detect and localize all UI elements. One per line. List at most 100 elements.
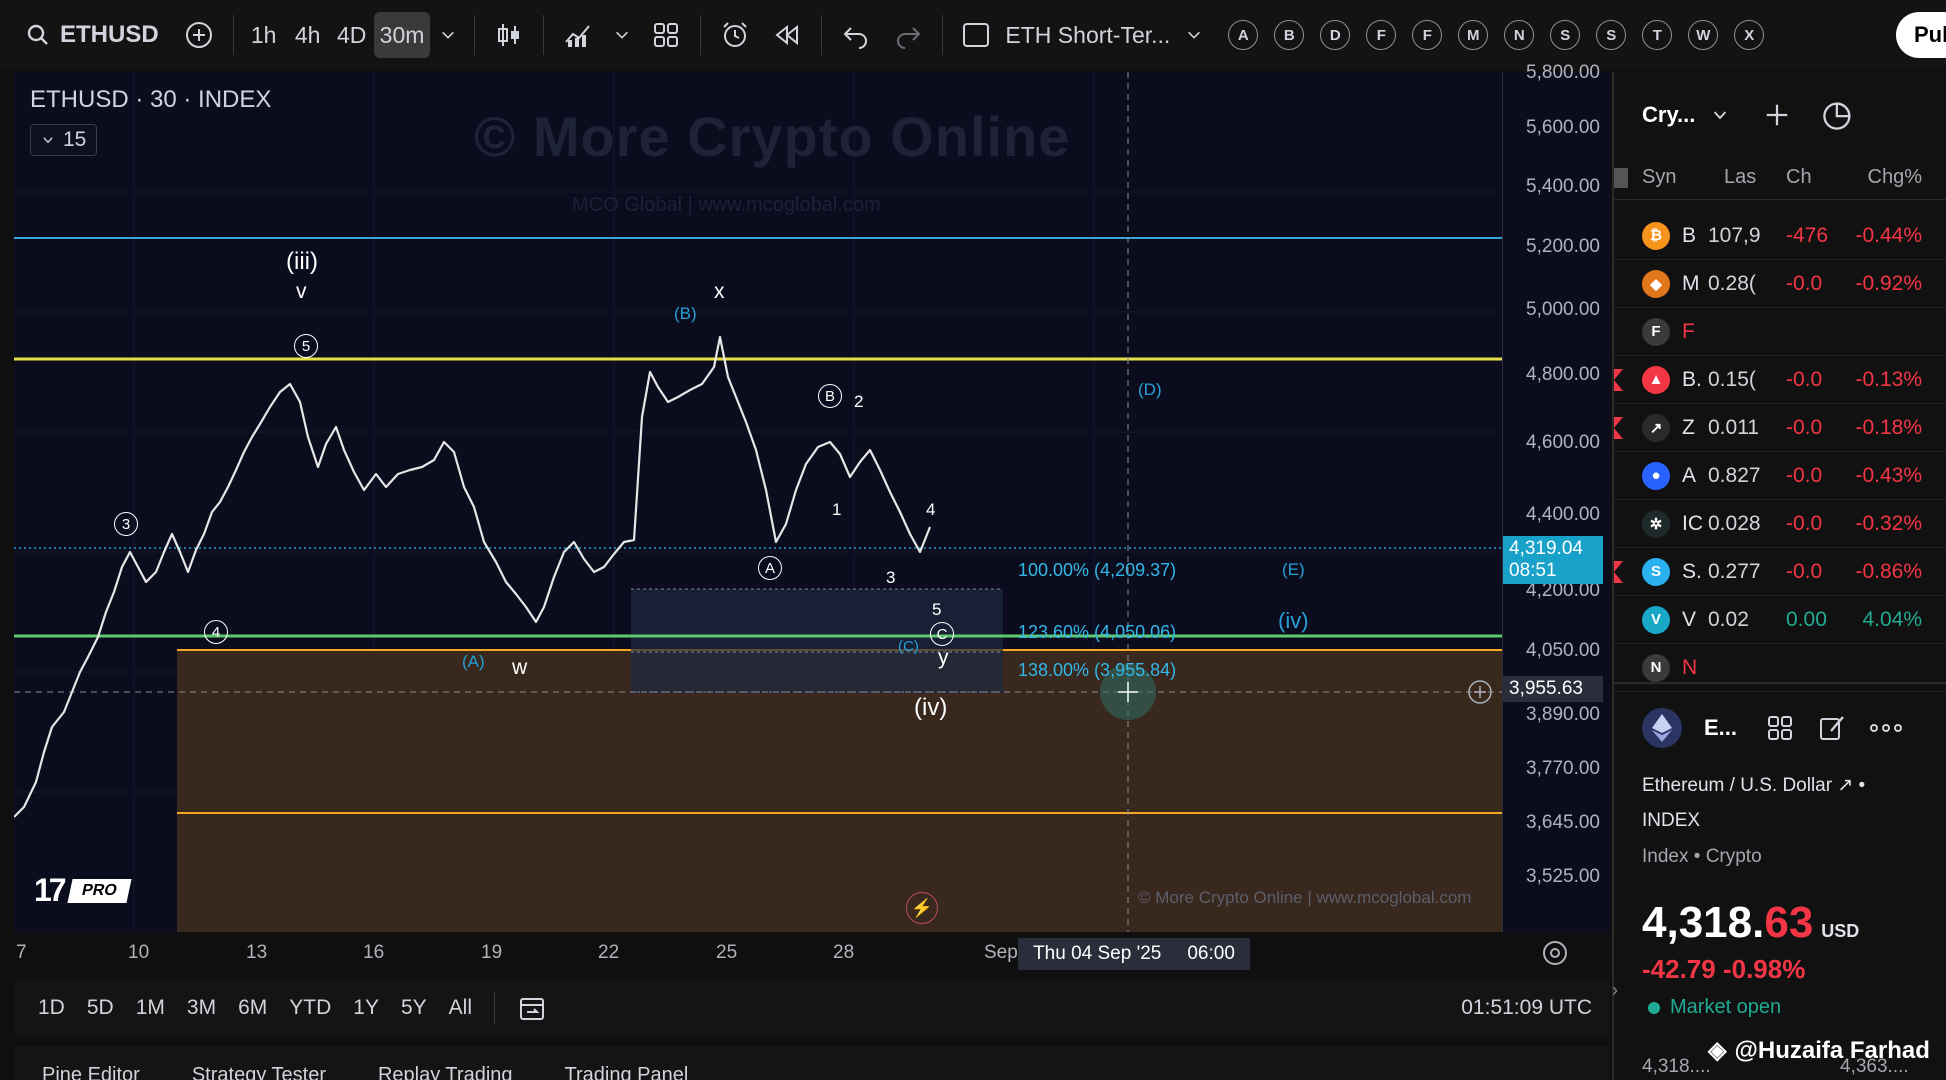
replay-button[interactable] [761,12,813,58]
fib-label-1236: 123.60% (4,050.06) [1018,622,1177,642]
coin-logo-icon: F [1642,317,1670,346]
range-3m[interactable]: 3M [187,996,216,1020]
range-ytd[interactable]: YTD [289,996,331,1020]
quick-symbol-n[interactable]: N [1504,20,1535,50]
indicators-button[interactable] [552,12,604,58]
range-5d[interactable]: 5D [87,996,114,1020]
publish-button[interactable]: Pub [1896,12,1946,58]
time-tick: 25 [716,942,738,963]
compare-symbol-button[interactable] [173,12,225,58]
watchlist-row[interactable]: FF [1614,308,1946,356]
lightning-icon[interactable]: ⚡ [906,892,938,924]
row-change: -0.0 [1786,463,1823,487]
price-tick: 5,400.00 [1526,176,1600,197]
quick-symbol-m[interactable]: M [1458,20,1489,50]
quick-symbol-d[interactable]: D [1320,20,1351,50]
tab-pine-editor[interactable]: Pine Editor [42,1064,140,1080]
external-link-icon[interactable]: ↗ [1837,775,1853,796]
column-last[interactable]: Las [1724,166,1756,189]
watchlist-row[interactable]: ▲ B. 0.15(-0.0 -0.13% [1614,356,1946,404]
current-price-badge: 4,319.04 08:51 [1503,536,1603,584]
symbol-search-button[interactable]: ETHUSD [0,12,173,58]
price-integer: 4,318. [1642,898,1765,947]
watchlist-row[interactable]: ↗ Z 0.011 -0.0 -0.18% [1614,404,1946,452]
chevron-down-icon [1188,31,1201,39]
indicator-collapse-button[interactable]: 15 [30,124,98,156]
column-change-pct[interactable]: Chg% [1868,166,1922,189]
symbol-short-name[interactable]: E... [1704,715,1737,741]
chevron-down-icon[interactable] [1711,106,1729,124]
watchlist-title[interactable]: Cry... [1642,102,1695,128]
watchlist-row[interactable]: ◆ M 0.28(-0.0 -0.92% [1614,260,1946,308]
undo-icon [844,27,868,49]
chart-settings-icon[interactable] [1540,938,1570,968]
tab-strategy-tester[interactable]: Strategy Tester [192,1064,326,1080]
tab-replay-trading[interactable]: Replay Trading [378,1064,513,1080]
column-change[interactable]: Ch [1786,166,1812,189]
range-1d[interactable]: 1D [38,996,65,1020]
credit-text: @Huzaifa Farhad [1734,1036,1930,1064]
watchlist-row[interactable]: ● A 0.827 -0.0 -0.43% [1614,452,1946,500]
wave-label-w: w [512,656,528,679]
range-5y[interactable]: 5Y [401,996,427,1020]
wave-label-circle-c: C [930,622,954,646]
undo-button[interactable] [830,12,882,58]
pie-chart-icon[interactable] [1821,98,1855,132]
market-status-text: Market open [1670,996,1782,1018]
calendar-range-icon[interactable] [517,993,547,1023]
wave-label-circle-4: 4 [204,620,228,644]
layout-selector[interactable]: ETH Short-Ter... [951,12,1214,58]
more-icon[interactable] [1869,723,1903,733]
interval-4d[interactable]: 4D [330,12,374,58]
range-1m[interactable]: 1M [136,996,165,1020]
interval-dropdown[interactable] [430,12,466,58]
row-symbol: IC [1682,511,1703,535]
quick-symbol-f2[interactable]: F [1412,20,1443,50]
time-axis[interactable]: 7 10 13 16 19 22 25 28 Sep Thu 04 Sep '2… [14,932,1502,974]
edit-icon[interactable] [1817,713,1847,743]
wave-label-5: 5 [932,600,942,619]
tab-trading-panel[interactable]: Trading Panel [565,1064,689,1080]
range-6m[interactable]: 6M [238,996,267,1020]
quick-symbol-w[interactable]: W [1688,20,1719,50]
toolbar-separator [700,15,702,55]
templates-button[interactable] [640,12,692,58]
wave-label-3: 3 [886,568,896,587]
column-symbol[interactable]: Syn [1642,166,1676,189]
grid-icon[interactable] [1765,713,1795,743]
collapse-panel-arrow[interactable]: › [1612,980,1624,1001]
alarm-clock-icon [723,22,748,47]
fib-label-100: 100.00% (4,209.37) [1018,560,1177,580]
wave-label-b-cyan: (B) [674,304,697,323]
quick-symbol-s2[interactable]: S [1596,20,1627,50]
quick-symbol-f1[interactable]: F [1366,20,1397,50]
interval-30m[interactable]: 30m [373,12,431,58]
bottom-panel-tabs: Pine Editor Strategy Tester Replay Tradi… [14,1046,1610,1080]
range-all[interactable]: All [449,996,472,1020]
quick-symbol-b[interactable]: B [1274,20,1305,50]
utc-clock[interactable]: 01:51:09 UTC [1461,996,1592,1020]
row-change-pct: 4.04% [1862,607,1922,631]
add-symbol-icon[interactable] [1763,101,1791,129]
range-1y[interactable]: 1Y [353,996,379,1020]
price-axis[interactable]: 5,800.00 5,600.00 5,400.00 5,200.00 5,00… [1502,62,1610,932]
interval-4h[interactable]: 4h [286,12,330,58]
quick-symbol-t[interactable]: T [1642,20,1673,50]
redo-icon [897,27,921,49]
watchlist-row[interactable]: ₿ B 107,9 -476 -0.44% [1614,212,1946,260]
redo-button[interactable] [882,12,934,58]
quick-symbol-x[interactable]: X [1734,20,1765,50]
quick-symbol-s1[interactable]: S [1550,20,1581,50]
watchlist-row[interactable]: NN [1614,644,1946,692]
interval-1h[interactable]: 1h [242,12,286,58]
indicators-dropdown[interactable] [604,12,640,58]
price-tick: 3,525.00 [1526,866,1600,887]
alert-button[interactable] [709,12,761,58]
chart-pane[interactable]: © More Crypto Online MCO Global | www.mc… [14,72,1502,932]
watchlist-row[interactable]: ✲ IC 0.028 -0.0 -0.32% [1614,500,1946,548]
quick-symbol-a[interactable]: A [1228,20,1259,50]
chart-type-button[interactable] [483,12,535,58]
watchlist-row[interactable]: S S. 0.277 -0.0 -0.86% [1614,548,1946,596]
watchlist-row[interactable]: V V 0.02 0.00 4.04% [1614,596,1946,644]
market-status: Market open [1648,996,1781,1019]
